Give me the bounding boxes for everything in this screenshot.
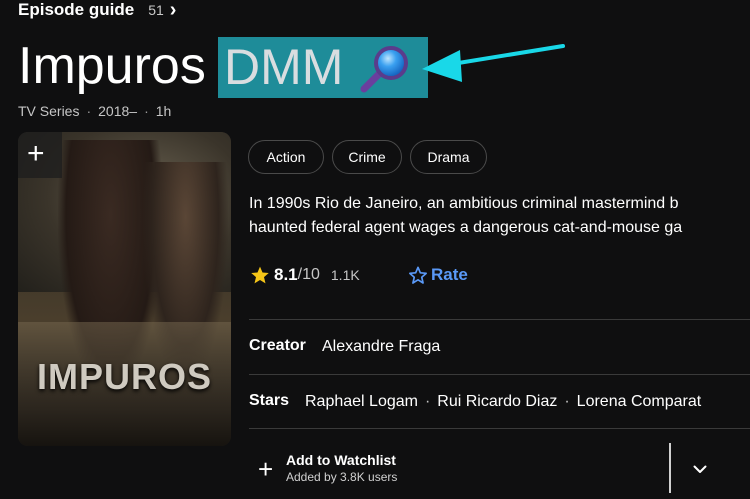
rate-label: Rate <box>431 265 468 284</box>
magnifying-glass-icon <box>360 46 408 93</box>
button-divider <box>669 443 671 493</box>
add-to-watchlist-ribbon[interactable]: + <box>18 132 62 178</box>
plot-line: haunted federal agent wages a dangerous … <box>249 219 683 236</box>
watchlist-dropdown-button[interactable] <box>680 452 720 486</box>
divider <box>249 374 750 375</box>
star-icon <box>251 266 269 284</box>
arrow-pointer <box>422 44 565 82</box>
divider <box>249 319 750 320</box>
chevron-down-icon <box>693 465 707 473</box>
title-years: 2018– <box>98 103 138 119</box>
watchlist-label: Add to Watchlist <box>286 452 396 468</box>
genre-chip-crime[interactable]: Crime <box>332 140 402 174</box>
star-outline-icon <box>409 266 427 284</box>
episode-count: 51 <box>148 2 164 18</box>
star-link[interactable]: Rui Ricardo Diaz <box>437 393 557 410</box>
stars-label: Stars <box>249 392 290 409</box>
poster-image[interactable]: IMPUROS + <box>18 132 231 446</box>
divider <box>249 428 750 429</box>
rating-count: 1.1K <box>330 267 360 283</box>
page-title: Impuros <box>18 37 206 95</box>
watchlist-count: Added by 3.8K users <box>286 470 398 484</box>
creator-link[interactable]: Alexandre Fraga <box>322 338 440 356</box>
episode-guide-link[interactable]: Episode guide 51 › <box>18 0 176 20</box>
add-to-watchlist-button[interactable]: + Add to Watchlist Added by 3.8K users <box>258 448 668 492</box>
plot-summary: In 1990s Rio de Janeiro, an ambitious cr… <box>249 192 750 240</box>
star-link[interactable]: Raphael Logam <box>305 393 418 410</box>
title-runtime: 1h <box>155 103 172 119</box>
title-metadata: TV Series · 2018– · 1h <box>18 103 171 119</box>
separator-dot: · <box>564 393 570 410</box>
rating-value: 8.1 <box>274 265 298 284</box>
poster-title-text: IMPUROS <box>36 356 212 397</box>
separator-dot: · <box>86 103 92 119</box>
separator-dot: · <box>144 103 149 119</box>
genre-chip-drama[interactable]: Drama <box>410 140 487 174</box>
imdb-rating[interactable]: 8.1/10 1.1K <box>250 265 360 285</box>
plus-icon: + <box>258 454 274 484</box>
plus-icon: + <box>27 137 45 170</box>
rating-max: /10 <box>297 266 320 283</box>
separator-dot: · <box>424 393 431 410</box>
plot-line: In 1990s Rio de Janeiro, an ambitious cr… <box>249 195 679 212</box>
genre-chip-action[interactable]: Action <box>248 140 324 174</box>
stars-list: Raphael Logam · Rui Ricardo Diaz · Lorena Co… <box>305 393 701 411</box>
star-link[interactable]: Lorena Comparat <box>577 393 702 410</box>
title-type: TV Series <box>18 103 80 119</box>
rate-button[interactable]: Rate <box>408 265 468 285</box>
dmm-label: DMM <box>224 39 344 95</box>
chevron-right-icon: › <box>169 0 177 21</box>
creator-label: Creator <box>249 337 306 354</box>
episode-guide-label: Episode guide <box>18 0 135 19</box>
